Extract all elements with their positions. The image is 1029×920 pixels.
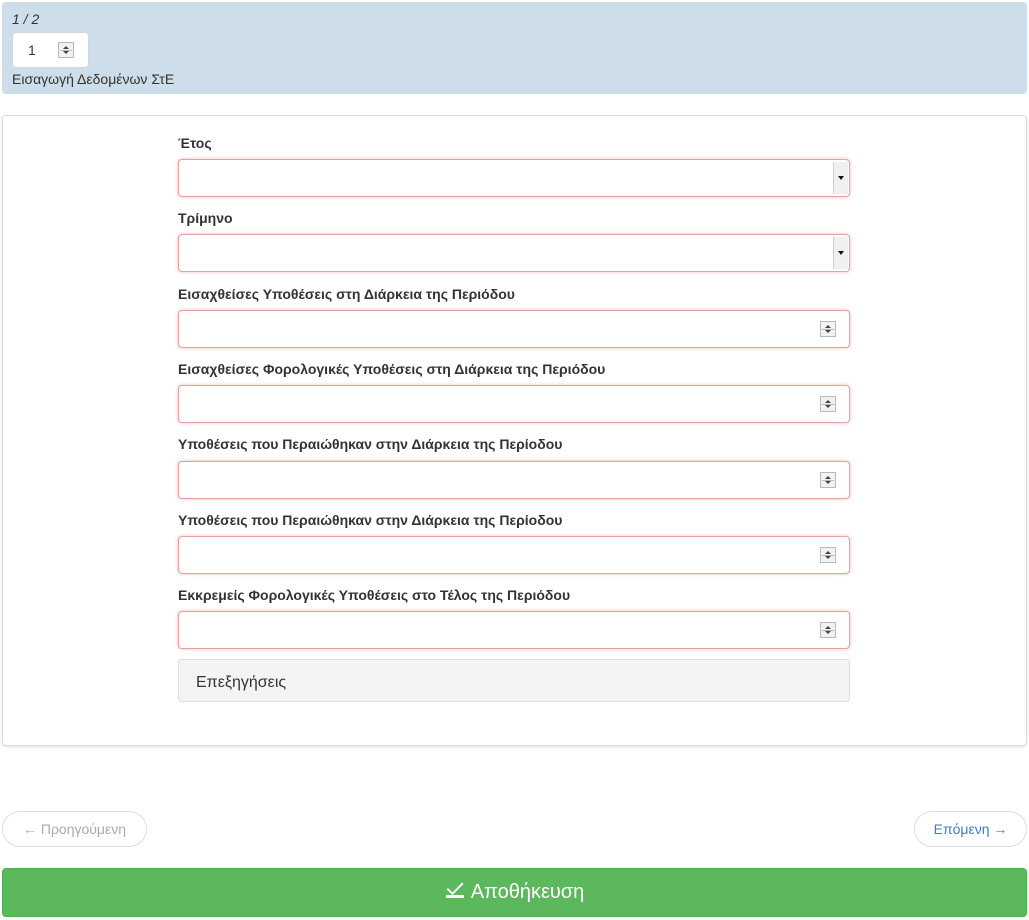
spinner-icon[interactable]: [820, 622, 836, 638]
page-counter: 1 / 2: [12, 11, 40, 27]
cases-completed-input-2[interactable]: [178, 536, 850, 574]
cases-completed-input[interactable]: [178, 461, 850, 499]
form-header-panel: 1 / 2 1 Εισαγωγή Δεδομένων ΣτΕ: [2, 2, 1027, 94]
spinner-icon[interactable]: [820, 472, 836, 488]
field-label-cases-completed-2: Υποθέσεις που Περαιώθηκαν στην Διάρκεια …: [178, 512, 563, 528]
field-label-tax-cases-entered: Εισαχθείσες Φορολογικές Υποθέσεις στη Δι…: [178, 361, 606, 377]
field-label-pending-tax-cases: Εκκρεμείς Φορολογικές Υποθέσεις στο Τέλο…: [178, 587, 571, 603]
year-select[interactable]: [178, 159, 850, 197]
explanations-label: Επεξηγήσεις: [196, 674, 287, 691]
check-square-icon: [445, 880, 465, 900]
page-number-stepper[interactable]: 1: [12, 32, 89, 68]
explanations-panel[interactable]: Επεξηγήσεις: [178, 659, 850, 702]
pending-tax-cases-input[interactable]: [178, 611, 850, 649]
quarter-select[interactable]: [178, 234, 850, 272]
previous-button[interactable]: ← Προηγούμενη: [2, 811, 147, 847]
spinner-icon[interactable]: [820, 547, 836, 563]
save-button[interactable]: Αποθήκευση: [2, 868, 1027, 917]
spinner-icon[interactable]: [820, 321, 836, 337]
chevron-down-icon[interactable]: [833, 237, 848, 269]
tax-cases-entered-input[interactable]: [178, 385, 850, 423]
save-label: Αποθήκευση: [470, 881, 585, 903]
spinner-icon[interactable]: [820, 396, 836, 412]
field-label-year: Έτος: [178, 135, 212, 151]
page-number-value[interactable]: 1: [28, 42, 36, 58]
next-button[interactable]: Επόμενη →: [914, 811, 1027, 847]
chevron-down-icon[interactable]: [833, 162, 848, 194]
spinner-icon[interactable]: [58, 42, 74, 58]
field-label-quarter: Τρίμηνο: [178, 210, 233, 226]
form-card: [2, 115, 1027, 746]
cases-entered-input[interactable]: [178, 310, 850, 348]
field-label-cases-completed: Υποθέσεις που Περαιώθηκαν στην Διάρκεια …: [178, 436, 563, 452]
form-title: Εισαγωγή Δεδομένων ΣτΕ: [12, 71, 175, 87]
field-label-cases-entered: Εισαχθείσες Υποθέσεις στη Διάρκεια της Π…: [178, 286, 515, 302]
